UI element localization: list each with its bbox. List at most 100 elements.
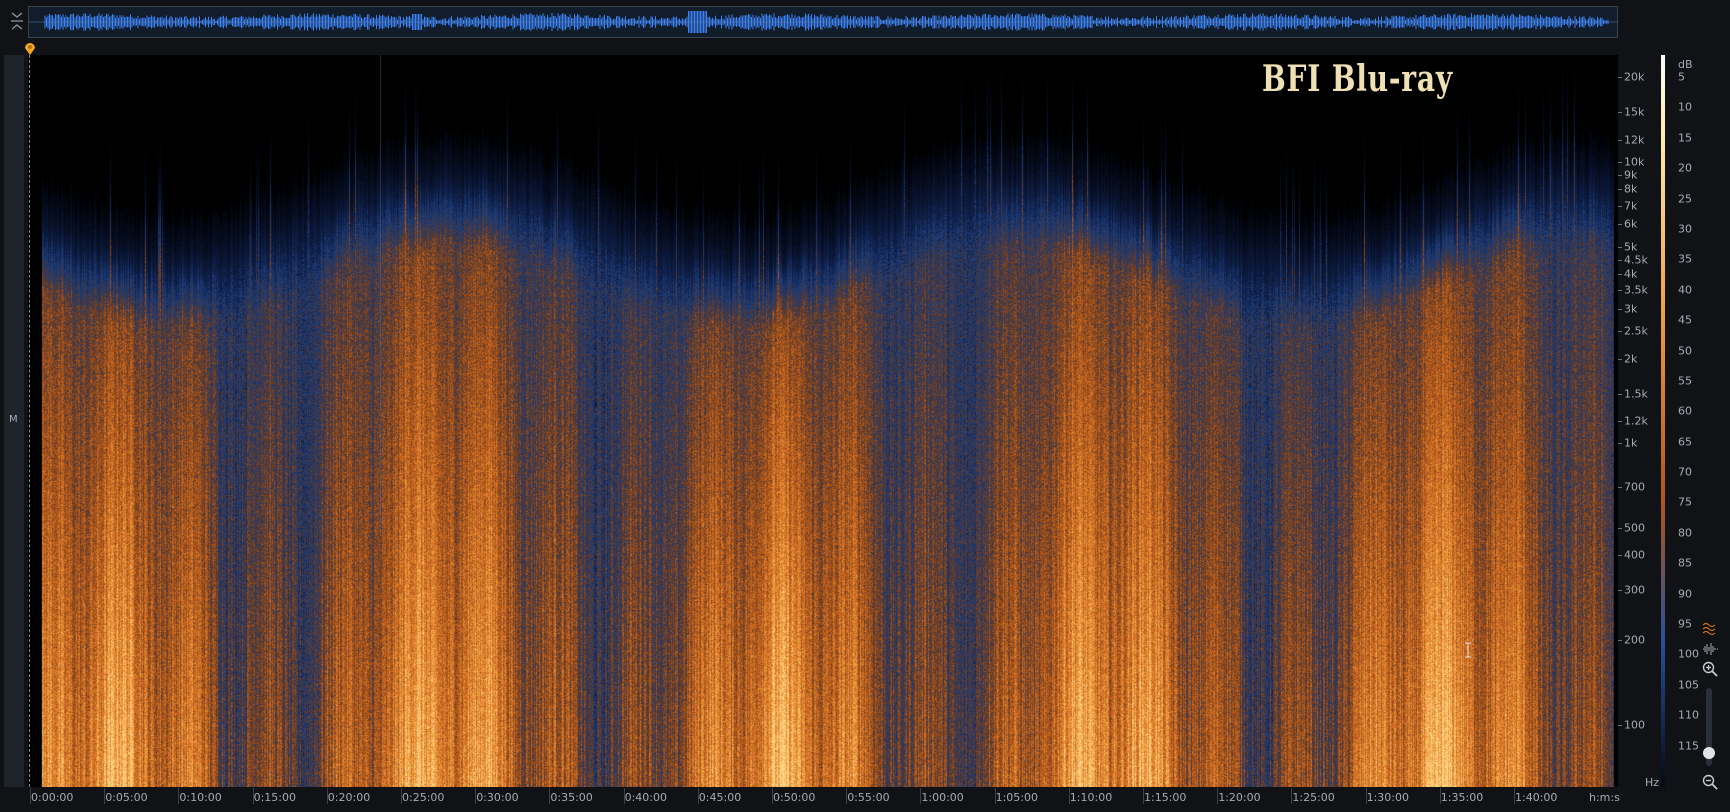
frequency-tick-label: 10k xyxy=(1624,155,1645,169)
db-tick-label: 80 xyxy=(1678,526,1692,540)
db-tick-label: 70 xyxy=(1678,465,1692,479)
db-tick-label: 65 xyxy=(1678,435,1692,449)
frequency-tick-label: 700 xyxy=(1624,480,1645,494)
frequency-tick-label: 5k xyxy=(1624,240,1638,254)
frequency-tick-label: 12k xyxy=(1624,133,1645,147)
frequency-tick xyxy=(1618,443,1622,445)
db-tick-label: 15 xyxy=(1678,131,1692,145)
frequency-tick xyxy=(1618,639,1622,641)
frequency-tick xyxy=(1618,161,1622,163)
frequency-tick-label: 1.5k xyxy=(1624,387,1648,401)
spectrogram[interactable] xyxy=(28,55,1618,787)
frequency-tick xyxy=(1618,139,1622,141)
frequency-tick xyxy=(1618,358,1622,360)
frequency-tick xyxy=(1618,309,1622,311)
playhead-line xyxy=(29,55,30,787)
frequency-tick xyxy=(1618,555,1622,557)
waveform-overview[interactable] xyxy=(28,6,1618,38)
overview-waveform xyxy=(29,11,1617,33)
time-tick-label: 1:15:00 xyxy=(1144,791,1187,804)
frequency-tick xyxy=(1618,259,1622,261)
time-axis: 0:00:00 0:05:00 0:10:00 0:15:00 0:20:00 0:25:… xyxy=(28,788,1618,812)
frequency-tick-label: 3k xyxy=(1624,302,1638,316)
db-colorbar xyxy=(1661,55,1665,787)
waveform-view-icon[interactable] xyxy=(1701,640,1719,658)
collapse-overview-button[interactable] xyxy=(8,8,26,36)
frequency-tick-label: 1k xyxy=(1624,436,1638,450)
zoom-slider[interactable] xyxy=(1703,688,1715,766)
frequency-tick xyxy=(1618,273,1622,275)
time-unit-label: h:m:s xyxy=(1589,791,1620,804)
frequency-tick xyxy=(1618,331,1622,333)
time-tick-label: 1:05:00 xyxy=(995,791,1038,804)
time-tick-label: 0:25:00 xyxy=(402,791,445,804)
time-tick-label: 0:55:00 xyxy=(847,791,890,804)
frequency-tick xyxy=(1618,112,1622,114)
db-tick-label: 5 xyxy=(1678,70,1685,84)
time-tick-label: 0:45:00 xyxy=(698,791,742,804)
zoom-slider-handle[interactable] xyxy=(1703,747,1715,760)
db-tick-label: 25 xyxy=(1678,192,1692,206)
db-tick-label: 85 xyxy=(1678,556,1692,570)
time-tick-label: 0:20:00 xyxy=(327,791,371,804)
zoom-out-icon[interactable] xyxy=(1701,773,1719,791)
frequency-tick-label: 7k xyxy=(1624,199,1638,213)
frequency-tick xyxy=(1618,174,1622,176)
db-tick-label: 45 xyxy=(1678,313,1692,327)
frequency-tick xyxy=(1618,224,1622,226)
db-tick-label: 20 xyxy=(1678,161,1692,175)
frequency-tick-label: 15k xyxy=(1624,105,1645,119)
watermark-text: BFI Blu-ray xyxy=(1262,58,1453,100)
playhead-marker-icon[interactable] xyxy=(24,42,36,56)
collapse-icon xyxy=(11,12,23,30)
frequency-tick-label: 4k xyxy=(1624,267,1638,281)
time-tick-label: 1:10:00 xyxy=(1069,791,1113,804)
frequency-tick xyxy=(1618,590,1622,592)
time-tick-label: 1:40:00 xyxy=(1515,791,1558,804)
time-tick-label: 0:50:00 xyxy=(773,791,816,804)
db-tick-label: 55 xyxy=(1678,374,1692,388)
db-tick-label: 110 xyxy=(1678,708,1699,722)
frequency-tick-label: 4.5k xyxy=(1624,253,1648,267)
frequency-tick-label: 20k xyxy=(1624,70,1645,84)
frequency-tick xyxy=(1618,393,1622,395)
time-tick-label: 0:40:00 xyxy=(624,791,667,804)
frequency-tick xyxy=(1618,724,1622,726)
db-tick-label: 40 xyxy=(1678,283,1692,297)
frequency-tick-label: 9k xyxy=(1624,168,1638,182)
frequency-tick xyxy=(1618,246,1622,248)
time-tick-label: 0:05:00 xyxy=(105,791,148,804)
frequency-tick-label: 300 xyxy=(1624,583,1645,597)
db-tick-label: 115 xyxy=(1678,739,1699,753)
db-tick-label: 100 xyxy=(1678,647,1699,661)
frequency-tick-label: 1.2k xyxy=(1624,414,1648,428)
frequency-tick xyxy=(1618,486,1622,488)
time-tick-label: 0:10:00 xyxy=(179,791,222,804)
text-cursor-icon xyxy=(1465,642,1471,658)
frequency-tick xyxy=(1618,205,1622,207)
time-tick-label: 0:35:00 xyxy=(550,791,593,804)
frequency-tick-label: 100 xyxy=(1624,718,1645,732)
frequency-tick xyxy=(1618,189,1622,191)
frequency-tick-label: 8k xyxy=(1624,182,1638,196)
zoom-in-icon[interactable] xyxy=(1701,660,1719,678)
time-tick-label: 1:25:00 xyxy=(1292,791,1335,804)
time-tick-label: 1:00:00 xyxy=(921,791,964,804)
time-tick-label: 0:00:00 xyxy=(31,791,74,804)
time-tick-label: 0:30:00 xyxy=(476,791,519,804)
frequency-tick-label: 3.5k xyxy=(1624,283,1648,297)
frequency-tick xyxy=(1618,421,1622,422)
frequency-tick xyxy=(1618,77,1622,79)
time-tick-label: 1:35:00 xyxy=(1440,791,1484,804)
frequency-tick-label: 2.5k xyxy=(1624,324,1648,338)
spectrum-view-icon[interactable] xyxy=(1701,620,1719,638)
time-tick-label: 1:20:00 xyxy=(1218,791,1261,804)
db-tick-label: 10 xyxy=(1678,100,1692,114)
frequency-tick-label: 500 xyxy=(1624,521,1645,535)
frequency-unit-label: Hz xyxy=(1645,776,1660,789)
db-tick-label: 75 xyxy=(1678,495,1692,509)
db-tick-label: 50 xyxy=(1678,344,1692,358)
frequency-tick-label: 200 xyxy=(1624,633,1645,647)
db-tick-label: 60 xyxy=(1678,404,1692,418)
db-tick-label: 35 xyxy=(1678,252,1692,266)
